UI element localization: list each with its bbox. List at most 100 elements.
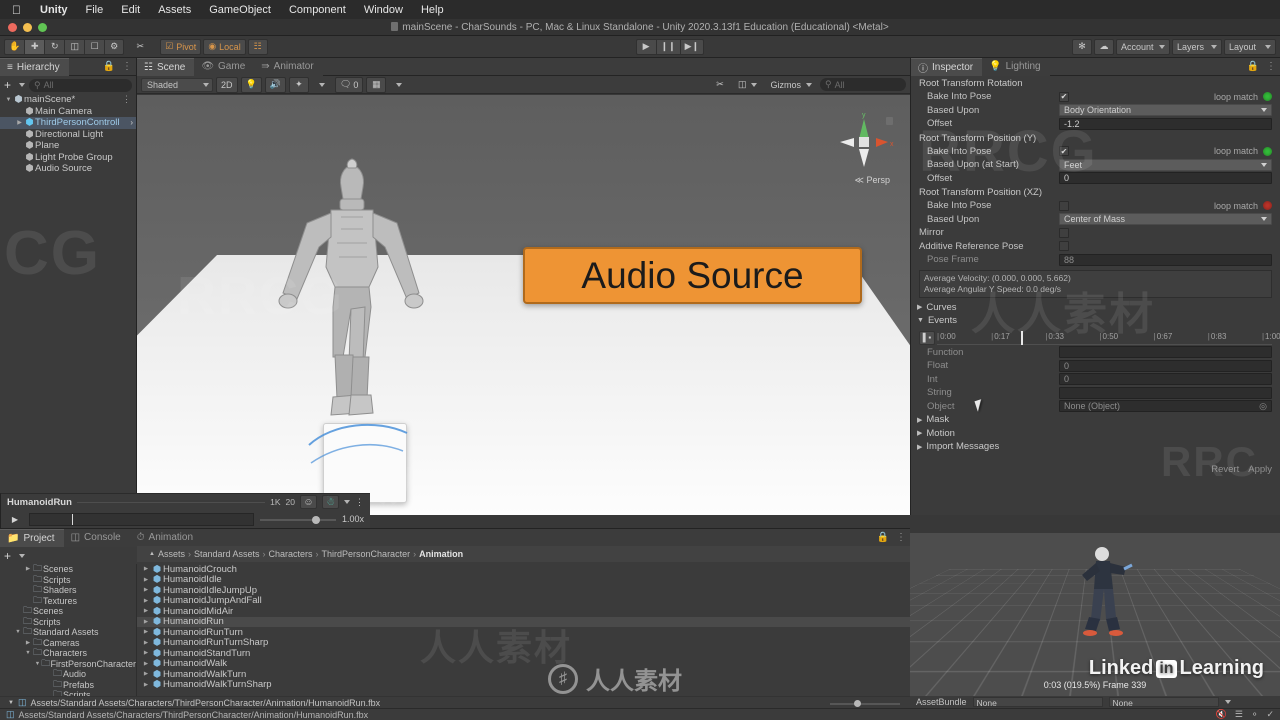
assetbundle-dropdown[interactable]: None [972,697,1103,708]
folder-tree-item-shaders[interactable]: 🗀 Shaders [0,584,136,596]
events-timeline[interactable]: ▌▪ 0:00 0:17 0:33 0:50 0:67 0:83 1:00 [919,330,1280,346]
chevron-down-icon[interactable]: ▼ [8,700,14,706]
chevron-right-icon[interactable]: ▶ [15,119,24,126]
chevron-right-icon[interactable]: ▶ [141,608,151,614]
folder-tree-item-scenes[interactable]: ▶ 🗀 Scenes [0,564,136,575]
chevron-right-icon[interactable]: ▶ [141,598,151,604]
based-upon-dropdown[interactable]: Center of Mass [1059,213,1272,226]
chevron-right-icon[interactable]: ▶ [141,671,151,677]
hand-tool-button[interactable]: ✋ [4,38,25,55]
chevron-right-icon[interactable]: ▶ [141,587,151,593]
folder-tree-item-standard-assets[interactable]: ▼ 🗀 Standard Assets [0,626,136,638]
local-toggle[interactable]: ◉ Local [203,38,246,55]
transform-tool-button[interactable]: ⚙ [104,38,125,55]
hierarchy-item-plane[interactable]: ⬢ Plane [0,140,136,152]
additive-reference-pose-checkbox[interactable] [1059,241,1069,252]
menu-item-edit[interactable]: Edit [112,4,149,16]
hierarchy-item-main-camera[interactable]: ⬢ Main Camera [0,106,136,118]
step-button[interactable]: ▶❙ [679,38,705,55]
rect-tool-button[interactable]: ☐ [84,38,105,55]
chevron-down-icon[interactable] [344,500,350,504]
avatar-icon[interactable]: ☺ [300,495,317,509]
chevron-down-icon[interactable]: ▼ [14,629,22,635]
event-field-float-input[interactable]: 0 [1059,359,1272,372]
custom-tool-button[interactable]: ✂ [130,39,150,55]
based-upon-at-start-dropdown[interactable]: Feet [1059,158,1272,171]
chevron-right-icon[interactable]: ▶ [141,577,151,583]
folder-tree-item-cameras[interactable]: ▶ 🗀 Cameras [0,637,136,649]
chevron-right-icon[interactable]: ▶ [141,629,151,635]
tab-console[interactable]: ◫ Console [63,528,130,547]
menu-item-unity[interactable]: Unity [31,4,77,16]
foldout-import-messages[interactable]: ▶ Import Messages [911,440,1280,454]
tab-scene[interactable]: ☷ Scene [137,57,195,76]
clip-playhead[interactable] [72,513,73,525]
toggle-2d-button[interactable]: 2D [216,76,238,93]
speaker-icon[interactable]: 🔊 [264,76,286,93]
rotate-tool-button[interactable]: ↻ [44,38,65,55]
kebab-menu-icon[interactable]: ⋮ [896,532,906,543]
bake-into-pose-checkbox[interactable]: ✔ [1059,91,1069,102]
grid-snap-icon[interactable]: ☷ [247,38,268,55]
speed-slider[interactable] [259,513,336,526]
clip-scrub-bar[interactable] [29,512,254,526]
menu-item-window[interactable]: Window [355,4,412,16]
kebab-menu-icon[interactable]: ⋮ [122,94,136,105]
events-timeline-track[interactable]: 0:00 0:17 0:33 0:50 0:67 0:83 1:00 [937,330,1280,345]
project-add-button[interactable]: + [4,549,26,563]
layers-dropdown[interactable]: Layers [1172,38,1222,55]
layers-icon[interactable]: ☰ [1235,709,1243,720]
kebab-menu-icon[interactable]: ⋮ [122,61,132,72]
gizmos-dropdown[interactable]: Gizmos [765,77,817,93]
kebab-menu-icon[interactable]: ⋮ [1266,61,1276,72]
asset-row[interactable]: ▶ ⬢ HumanoidIdleJumpUp [137,585,910,596]
asset-row[interactable]: ▶ ⬢ HumanoidRunTurnSharp [137,637,910,648]
event-field-string-input[interactable] [1059,386,1272,399]
scene-tools-icon[interactable]: ✂ [710,77,730,93]
humanoid-icon[interactable]: ☃ [322,495,339,509]
folder-tree-item-scripts[interactable]: 🗀 Scripts [0,574,136,586]
kebab-menu-icon[interactable]: ⋮ [355,497,364,508]
pose-frame-field[interactable]: 88 [1059,253,1272,266]
mute-icon[interactable]: 🔇 [1216,709,1227,720]
tab-lighting[interactable]: 💡 Lighting [982,57,1050,76]
asset-row[interactable]: ▶ ⬢ HumanoidWalkTurnSharp [137,679,910,690]
menu-item-file[interactable]: File [77,4,113,16]
tab-hierarchy[interactable]: ≡ Hierarchy [0,57,69,76]
chevron-right-icon[interactable]: ▶ [141,661,151,667]
bake-into-pose-checkbox[interactable] [1059,200,1069,211]
folder-tree-item-textures[interactable]: 🗀 Textures [0,595,136,607]
tab-animation[interactable]: ⏱ Animation [129,528,203,547]
asset-row[interactable]: ▶ ⬢ HumanoidStandTurn [137,648,910,659]
breadcrumb-segment[interactable]: Standard Assets [194,549,260,559]
event-field-object-input[interactable]: None (Object) ◎ [1059,400,1272,413]
breadcrumb-up-icon[interactable]: ▲ [149,551,155,557]
grid-icon[interactable]: ▦ [366,76,387,93]
prefab-open-icon[interactable]: › [130,118,136,127]
fx-icon[interactable]: ✦ [288,76,309,93]
mirror-checkbox[interactable] [1059,227,1069,238]
thumbnail-size-slider[interactable] [830,698,900,708]
tab-game[interactable]: 👁 Game [194,57,255,76]
chevron-right-icon[interactable]: ▶ [141,650,151,656]
camera-projection-label[interactable]: ≪ Persp [855,175,890,186]
layout-dropdown[interactable]: Layout [1224,38,1276,55]
scene-view-gizmo[interactable]: y x [832,109,896,181]
chevron-down-icon[interactable]: ▼ [34,661,41,667]
timeline-playhead[interactable] [1020,330,1023,345]
asset-row[interactable]: ▶ ⬢ HumanoidWalkTurn [137,669,910,680]
hierarchy-search-input[interactable]: ⚲ All [29,78,132,92]
play-button[interactable]: ▶ [635,38,656,55]
chevron-right-icon[interactable]: ▶ [141,566,151,572]
asset-row[interactable]: ▶ ⬢ HumanoidRunTurn [137,627,910,638]
object-picker-icon[interactable]: ◎ [1259,401,1267,412]
apply-button[interactable]: Apply [1248,464,1272,475]
chevron-right-icon[interactable]: ▶ [141,619,151,625]
add-gameobject-button[interactable]: + [4,78,26,92]
project-asset-list[interactable]: ▲ Assets › Standard Assets › Characters › Third… [137,546,910,696]
chevron-right-icon[interactable]: ▶ [24,640,32,646]
asset-row[interactable]: ▶ ⬢ HumanoidRun [137,616,910,627]
hierarchy-item-directional-light[interactable]: ⬢ Directional Light [0,129,136,141]
menu-item-help[interactable]: Help [412,4,453,16]
events-foldout[interactable]: ▼ Events [911,314,1280,328]
